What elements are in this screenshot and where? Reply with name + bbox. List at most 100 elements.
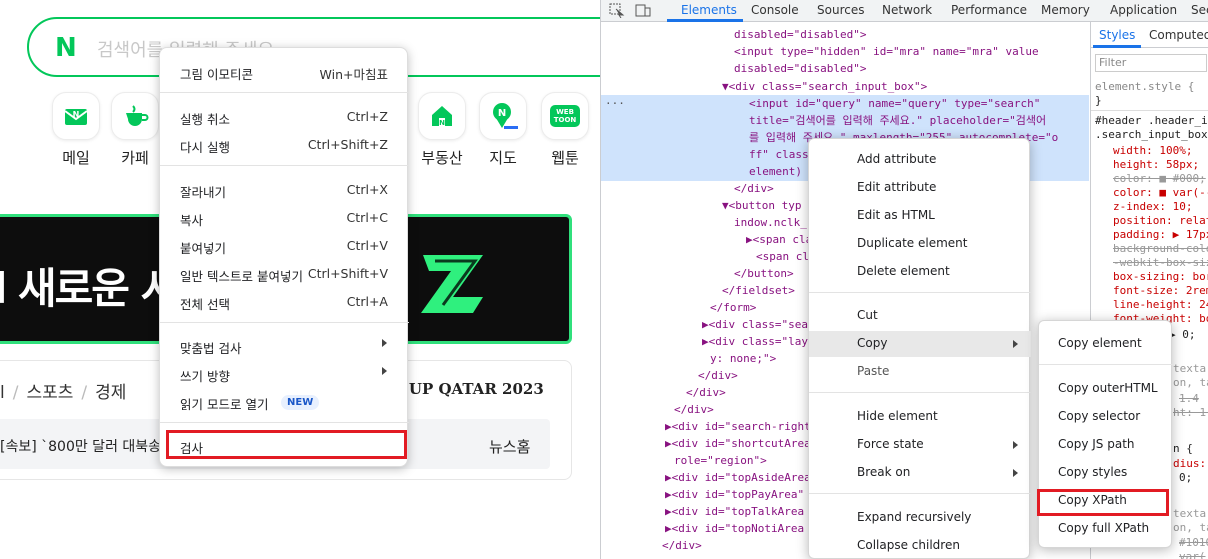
menu-copy-js-path[interactable]: Copy JS path [1039,432,1173,458]
dom-line[interactable]: ▶<div id="topTalkArea [665,503,804,520]
tab-security[interactable]: Sec [1191,3,1208,17]
device-toolbar-icon[interactable] [635,3,651,18]
menu-item-paste-plain[interactable]: 일반 텍스트로 붙여넣기 Ctrl+Shift+V [160,261,409,287]
menu-copy[interactable]: Copy [809,331,1031,357]
menu-cut[interactable]: Cut [809,303,1031,329]
style-line[interactable]: padding: ▶ 17px [1113,228,1208,242]
menu-copy-full-xpath[interactable]: Copy full XPath [1039,516,1173,542]
service-cafe[interactable]: 카페 [110,92,160,168]
menu-add-attribute[interactable]: Add attribute [809,147,1031,173]
dom-line[interactable]: ▶<div class="lay [702,333,808,350]
menu-force-state[interactable]: Force state [809,432,1031,458]
tab-sources[interactable]: Sources [817,3,864,17]
style-line[interactable]: background-colo [1113,242,1208,256]
tab-application[interactable]: Application [1110,3,1177,17]
service-webtoon[interactable]: WEB TOON 웹툰 [540,92,590,168]
style-line[interactable]: width: 100%; [1113,144,1192,158]
dom-line[interactable]: <input type="hidden" id="mra" name="mra"… [734,43,1039,60]
dom-line[interactable]: ▶<div id="topPayArea" [665,486,804,503]
menu-item-spellcheck[interactable]: 맞춤법 검사 [160,333,409,359]
dom-line[interactable]: ▼<div class="search_input_box"> [722,78,927,95]
tab-computed[interactable]: Computed [1149,28,1208,42]
menu-item-copy[interactable]: 복사 Ctrl+C [160,205,409,231]
menu-delete-element[interactable]: Delete element [809,259,1031,285]
dom-line[interactable]: ▶<span cla [746,231,812,248]
menu-edit-html[interactable]: Edit as HTML [809,203,1031,229]
styles-filter-input[interactable]: Filter [1095,54,1207,72]
news-tab-economy[interactable]: 경제 [95,383,126,403]
style-line[interactable]: height: 58px; [1113,158,1199,172]
tab-performance[interactable]: Performance [951,3,1027,17]
news-headline[interactable]: [속보] `800만 달러 대북송 [0,436,161,456]
menu-collapse-children[interactable]: Collapse children [809,533,1031,559]
dom-line-selected[interactable]: title="검색어를 입력해 주세요." placeholder="검색어 [749,112,1046,129]
dom-line[interactable]: disabled="disabled"> [734,60,866,77]
menu-break-on[interactable]: Break on [809,460,1031,486]
dom-line[interactable]: </div> [674,401,714,418]
service-mail[interactable]: N 메일 [51,92,101,168]
tab-network[interactable]: Network [882,3,932,17]
new-badge: NEW [281,395,320,410]
style-line[interactable]: position: relat [1113,214,1208,228]
dom-line[interactable]: ▶<div id="topNotiArea [665,520,804,537]
tab-memory[interactable]: Memory [1041,3,1090,17]
dom-line[interactable]: ▼<button typ [722,197,801,214]
dom-line[interactable]: role="region"> [674,452,767,469]
service-map[interactable]: N 지도 [478,92,528,168]
dom-line[interactable]: ▶<div id="topAsideArea [665,469,811,486]
style-line[interactable]: z-index: 10; [1113,200,1192,214]
dom-line[interactable]: </div> [734,180,774,197]
style-line[interactable]: line-height: 24 [1113,298,1208,312]
dom-line[interactable]: </div> [662,537,702,554]
dom-line-selected[interactable]: ff" class= [749,146,815,163]
menu-copy-outerhtml[interactable]: Copy outerHTML [1039,376,1173,402]
dom-line[interactable]: indow.nclk_ [734,214,807,231]
ellipsis-icon[interactable]: ··· [605,95,625,112]
news-tab[interactable]: l [0,383,5,403]
menu-expand-recursively[interactable]: Expand recursively [809,505,1031,531]
menu-edit-attribute[interactable]: Edit attribute [809,175,1031,201]
menu-copy-element[interactable]: Copy element [1039,331,1173,357]
dom-line[interactable]: ▶<div class="sea [702,316,808,333]
tab-elements[interactable]: Elements [681,3,737,17]
menu-item-cut[interactable]: 잘라내기 Ctrl+X [160,177,409,203]
dom-line[interactable]: disabled="disabled"> [734,26,866,43]
menu-copy-styles[interactable]: Copy styles [1039,460,1173,486]
menu-duplicate-element[interactable]: Duplicate element [809,231,1031,257]
news-home-link[interactable]: 뉴스홈 [489,436,530,457]
style-line[interactable]: box-sizing: bor [1113,270,1208,284]
menu-copy-selector[interactable]: Copy selector [1039,404,1173,430]
dom-line[interactable]: </form> [710,299,756,316]
inspect-element-icon[interactable] [609,3,625,18]
menu-item-paste[interactable]: 붙여넣기 Ctrl+V [160,233,409,259]
menu-item-undo[interactable]: 실행 취소 Ctrl+Z [160,104,409,130]
style-line[interactable]: font-size: 2rem [1113,284,1208,298]
dom-line-selected[interactable]: <input id="query" name="query" type="sea… [749,95,1040,112]
menu-item-reading-mode[interactable]: 읽기 모드로 열기 NEW [160,389,409,415]
style-line[interactable]: -webkit-box-siz [1113,256,1208,270]
menu-item-writing-direction[interactable]: 쓰기 방향 [160,361,409,387]
dom-line[interactable]: </div> [698,367,738,384]
dom-line[interactable]: </button> [734,265,794,282]
dom-line[interactable]: </fieldset> [722,282,795,299]
menu-item-emoji[interactable]: 그림 이모티콘 Win+마침표 [160,59,409,85]
tab-console[interactable]: Console [751,3,799,17]
dom-line[interactable]: ▶<div id="shortcutArea [665,435,811,452]
dom-line[interactable]: </div> [686,384,726,401]
menu-paste[interactable]: Paste [809,359,1031,385]
dom-line[interactable]: ▶<div id="search-right [665,418,811,435]
style-line[interactable]: color: ■ #000; [1113,172,1206,186]
menu-hide-element[interactable]: Hide element [809,404,1031,430]
style-line[interactable]: color: ■ var(-- [1113,186,1208,200]
dom-line[interactable]: <span cla [756,248,816,265]
cafe-icon [111,92,159,140]
naver-logo-icon[interactable]: N [55,35,81,61]
news-tab-sports[interactable]: 스포츠 [26,383,73,403]
realestate-icon: N [418,92,466,140]
service-realestate[interactable]: N 부동산 [417,92,467,168]
devtools-tabbar: Elements Console Sources Network Perform… [601,0,1208,22]
menu-item-select-all[interactable]: 전체 선택 Ctrl+A [160,289,409,315]
dom-line[interactable]: y: none;"> [710,350,776,367]
menu-item-redo[interactable]: 다시 실행 Ctrl+Shift+Z [160,132,409,158]
tab-styles[interactable]: Styles [1099,28,1135,42]
